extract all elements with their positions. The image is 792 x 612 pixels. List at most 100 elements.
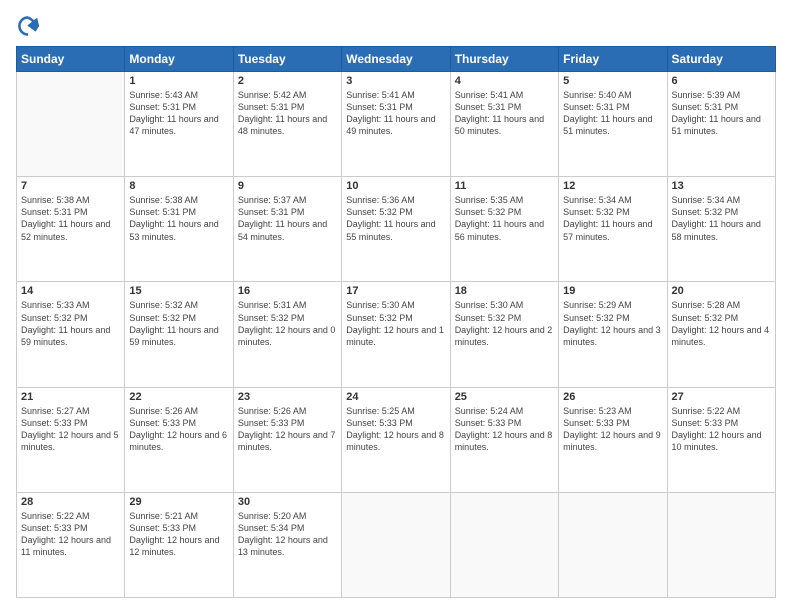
day-number: 10 bbox=[346, 180, 445, 192]
day-number: 2 bbox=[238, 75, 337, 87]
week-row-5: 28Sunrise: 5:22 AMSunset: 5:33 PMDayligh… bbox=[17, 492, 776, 597]
day-cell: 11 Sunrise: 5:35 AMSunset: 5:32 PMDayligh… bbox=[450, 177, 558, 282]
day-number: 17 bbox=[346, 285, 445, 297]
week-row-4: 21 Sunrise: 5:27 AMSunset: 5:33 PMDayligh… bbox=[17, 387, 776, 492]
week-row-1: 1 Sunrise: 5:43 AMSunset: 5:31 PMDaylight… bbox=[17, 72, 776, 177]
weekday-header-friday: Friday bbox=[559, 47, 667, 72]
day-number: 15 bbox=[129, 285, 228, 297]
day-info: Sunrise: 5:35 AMSunset: 5:32 PMDaylight:… bbox=[455, 194, 554, 243]
day-info: Sunrise: 5:36 AMSunset: 5:32 PMDaylight:… bbox=[346, 194, 445, 243]
day-info: Sunrise: 5:41 AMSunset: 5:31 PMDaylight:… bbox=[346, 89, 445, 138]
day-number: 20 bbox=[672, 285, 771, 297]
header bbox=[16, 14, 776, 38]
day-number: 11 bbox=[455, 180, 554, 192]
day-info: Sunrise: 5:30 AMSunset: 5:32 PMDaylight:… bbox=[346, 299, 445, 348]
day-cell: 28Sunrise: 5:22 AMSunset: 5:33 PMDayligh… bbox=[17, 492, 125, 597]
day-cell bbox=[667, 492, 775, 597]
day-info: Sunrise: 5:22 AMSunset: 5:33 PMDaylight:… bbox=[672, 405, 771, 454]
day-cell: 16 Sunrise: 5:31 AMSunset: 5:32 PMDayligh… bbox=[233, 282, 341, 387]
day-info: Sunrise: 5:42 AMSunset: 5:31 PMDaylight:… bbox=[238, 89, 337, 138]
day-number: 1 bbox=[129, 75, 228, 87]
day-info: Sunrise: 5:26 AMSunset: 5:33 PMDaylight:… bbox=[129, 405, 228, 454]
day-info: Sunrise: 5:39 AMSunset: 5:31 PMDaylight:… bbox=[672, 89, 771, 138]
day-info: Sunrise: 5:34 AMSunset: 5:32 PMDaylight:… bbox=[563, 194, 662, 243]
day-number: 25 bbox=[455, 391, 554, 403]
day-number: 16 bbox=[238, 285, 337, 297]
day-cell: 24 Sunrise: 5:25 AMSunset: 5:33 PMDayligh… bbox=[342, 387, 450, 492]
day-info: Sunrise: 5:31 AMSunset: 5:32 PMDaylight:… bbox=[238, 299, 337, 348]
calendar-table: SundayMondayTuesdayWednesdayThursdayFrid… bbox=[16, 46, 776, 598]
day-number: 28 bbox=[21, 496, 120, 508]
day-cell: 25 Sunrise: 5:24 AMSunset: 5:33 PMDayligh… bbox=[450, 387, 558, 492]
day-info: Sunrise: 5:21 AMSunset: 5:33 PMDaylight:… bbox=[129, 510, 228, 559]
day-info: Sunrise: 5:20 AMSunset: 5:34 PMDaylight:… bbox=[238, 510, 337, 559]
day-cell bbox=[17, 72, 125, 177]
day-number: 27 bbox=[672, 391, 771, 403]
day-info: Sunrise: 5:43 AMSunset: 5:31 PMDaylight:… bbox=[129, 89, 228, 138]
day-cell bbox=[450, 492, 558, 597]
day-info: Sunrise: 5:28 AMSunset: 5:32 PMDaylight:… bbox=[672, 299, 771, 348]
day-cell: 5 Sunrise: 5:40 AMSunset: 5:31 PMDaylight… bbox=[559, 72, 667, 177]
day-info: Sunrise: 5:27 AMSunset: 5:33 PMDaylight:… bbox=[21, 405, 120, 454]
day-info: Sunrise: 5:23 AMSunset: 5:33 PMDaylight:… bbox=[563, 405, 662, 454]
weekday-header-monday: Monday bbox=[125, 47, 233, 72]
day-number: 4 bbox=[455, 75, 554, 87]
day-cell bbox=[559, 492, 667, 597]
weekday-header-thursday: Thursday bbox=[450, 47, 558, 72]
day-number: 12 bbox=[563, 180, 662, 192]
day-cell bbox=[342, 492, 450, 597]
weekday-header-sunday: Sunday bbox=[17, 47, 125, 72]
day-cell: 2 Sunrise: 5:42 AMSunset: 5:31 PMDaylight… bbox=[233, 72, 341, 177]
day-info: Sunrise: 5:29 AMSunset: 5:32 PMDaylight:… bbox=[563, 299, 662, 348]
day-number: 24 bbox=[346, 391, 445, 403]
day-cell: 27 Sunrise: 5:22 AMSunset: 5:33 PMDayligh… bbox=[667, 387, 775, 492]
logo-icon bbox=[16, 14, 40, 38]
week-row-2: 7 Sunrise: 5:38 AMSunset: 5:31 PMDaylight… bbox=[17, 177, 776, 282]
day-cell: 10 Sunrise: 5:36 AMSunset: 5:32 PMDayligh… bbox=[342, 177, 450, 282]
calendar-page: SundayMondayTuesdayWednesdayThursdayFrid… bbox=[0, 0, 792, 612]
day-info: Sunrise: 5:40 AMSunset: 5:31 PMDaylight:… bbox=[563, 89, 662, 138]
day-number: 6 bbox=[672, 75, 771, 87]
day-info: Sunrise: 5:32 AMSunset: 5:32 PMDaylight:… bbox=[129, 299, 228, 348]
weekday-header-tuesday: Tuesday bbox=[233, 47, 341, 72]
day-cell: 12 Sunrise: 5:34 AMSunset: 5:32 PMDayligh… bbox=[559, 177, 667, 282]
day-cell: 6 Sunrise: 5:39 AMSunset: 5:31 PMDaylight… bbox=[667, 72, 775, 177]
day-number: 21 bbox=[21, 391, 120, 403]
day-info: Sunrise: 5:34 AMSunset: 5:32 PMDaylight:… bbox=[672, 194, 771, 243]
day-cell: 30 Sunrise: 5:20 AMSunset: 5:34 PMDayligh… bbox=[233, 492, 341, 597]
day-info: Sunrise: 5:37 AMSunset: 5:31 PMDaylight:… bbox=[238, 194, 337, 243]
day-number: 23 bbox=[238, 391, 337, 403]
day-cell: 13 Sunrise: 5:34 AMSunset: 5:32 PMDayligh… bbox=[667, 177, 775, 282]
day-number: 30 bbox=[238, 496, 337, 508]
day-number: 9 bbox=[238, 180, 337, 192]
day-cell: 23 Sunrise: 5:26 AMSunset: 5:33 PMDayligh… bbox=[233, 387, 341, 492]
day-cell: 7Sunrise: 5:38 AMSunset: 5:31 PMDaylight… bbox=[17, 177, 125, 282]
week-row-3: 14 Sunrise: 5:33 AMSunset: 5:32 PMDayligh… bbox=[17, 282, 776, 387]
day-cell: 3Sunrise: 5:41 AMSunset: 5:31 PMDaylight… bbox=[342, 72, 450, 177]
day-number: 13 bbox=[672, 180, 771, 192]
day-number: 26 bbox=[563, 391, 662, 403]
day-number: 22 bbox=[129, 391, 228, 403]
day-info: Sunrise: 5:38 AMSunset: 5:31 PMDaylight:… bbox=[129, 194, 228, 243]
day-number: 14 bbox=[21, 285, 120, 297]
day-cell: 19Sunrise: 5:29 AMSunset: 5:32 PMDayligh… bbox=[559, 282, 667, 387]
day-info: Sunrise: 5:33 AMSunset: 5:32 PMDaylight:… bbox=[21, 299, 120, 348]
day-cell: 4 Sunrise: 5:41 AMSunset: 5:31 PMDaylight… bbox=[450, 72, 558, 177]
weekday-header-saturday: Saturday bbox=[667, 47, 775, 72]
day-number: 5 bbox=[563, 75, 662, 87]
day-number: 18 bbox=[455, 285, 554, 297]
day-cell: 8 Sunrise: 5:38 AMSunset: 5:31 PMDaylight… bbox=[125, 177, 233, 282]
day-cell: 29Sunrise: 5:21 AMSunset: 5:33 PMDayligh… bbox=[125, 492, 233, 597]
weekday-header-row: SundayMondayTuesdayWednesdayThursdayFrid… bbox=[17, 47, 776, 72]
day-cell: 20 Sunrise: 5:28 AMSunset: 5:32 PMDayligh… bbox=[667, 282, 775, 387]
day-info: Sunrise: 5:26 AMSunset: 5:33 PMDaylight:… bbox=[238, 405, 337, 454]
day-info: Sunrise: 5:41 AMSunset: 5:31 PMDaylight:… bbox=[455, 89, 554, 138]
day-cell: 17 Sunrise: 5:30 AMSunset: 5:32 PMDayligh… bbox=[342, 282, 450, 387]
day-info: Sunrise: 5:30 AMSunset: 5:32 PMDaylight:… bbox=[455, 299, 554, 348]
day-info: Sunrise: 5:25 AMSunset: 5:33 PMDaylight:… bbox=[346, 405, 445, 454]
day-number: 8 bbox=[129, 180, 228, 192]
day-cell: 9 Sunrise: 5:37 AMSunset: 5:31 PMDaylight… bbox=[233, 177, 341, 282]
day-info: Sunrise: 5:24 AMSunset: 5:33 PMDaylight:… bbox=[455, 405, 554, 454]
day-cell: 26 Sunrise: 5:23 AMSunset: 5:33 PMDayligh… bbox=[559, 387, 667, 492]
day-number: 7 bbox=[21, 180, 120, 192]
